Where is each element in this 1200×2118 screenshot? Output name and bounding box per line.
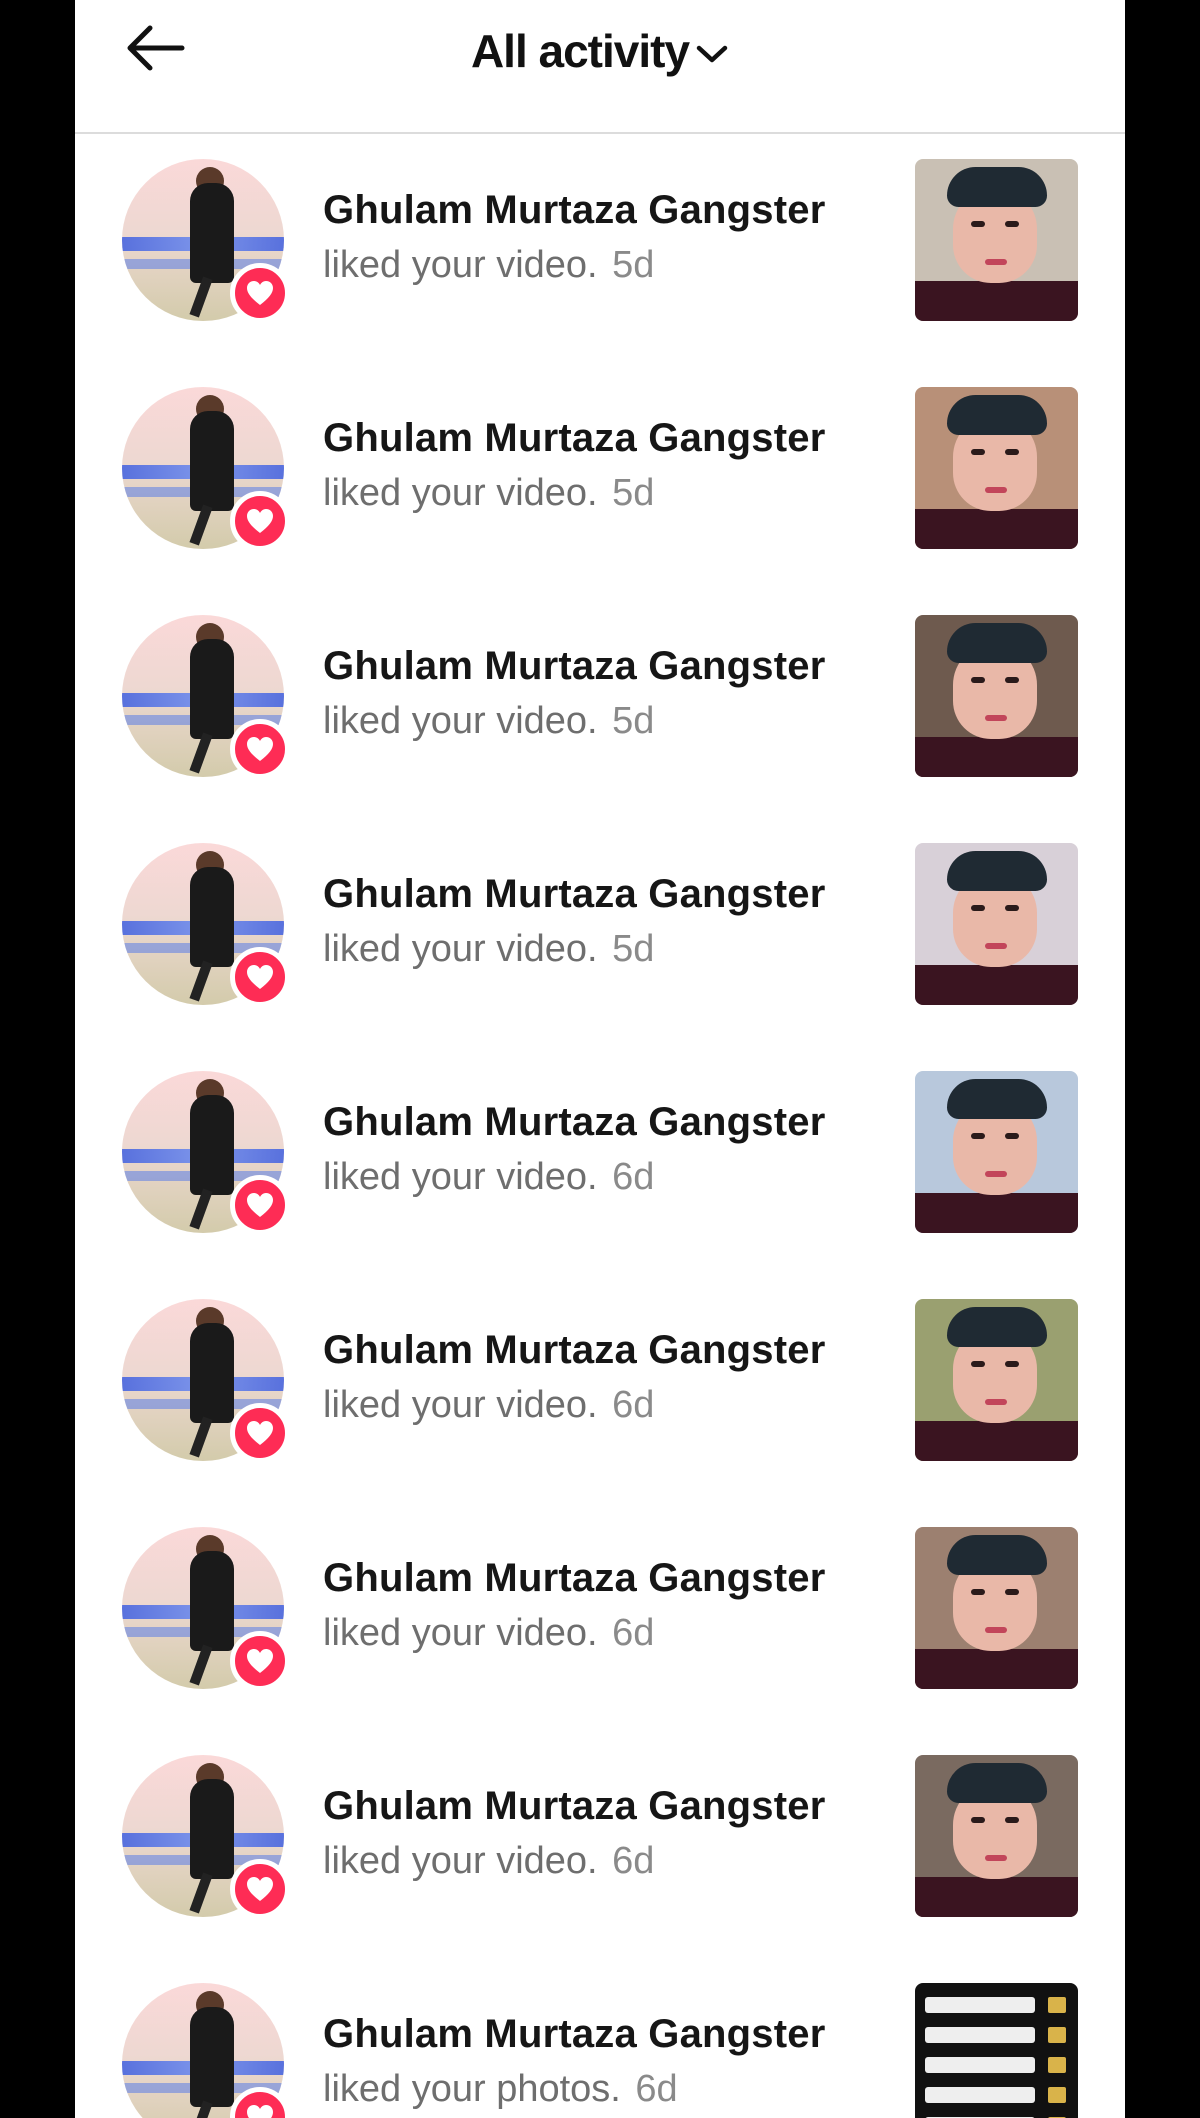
heart-icon <box>247 965 273 989</box>
action-text: liked your video. <box>323 1840 598 1882</box>
heart-icon <box>247 1421 273 1445</box>
heart-icon <box>247 1193 273 1217</box>
username[interactable]: Ghulam Murtaza Gangster <box>323 1782 883 1830</box>
notification-action: liked your video. 5d <box>323 244 883 288</box>
notification-row[interactable]: Ghulam Murtaza Gangster liked your video… <box>75 364 1125 592</box>
chevron-down-icon <box>695 37 729 65</box>
username[interactable]: Ghulam Murtaza Gangster <box>323 414 883 462</box>
action-text: liked your video. <box>323 928 598 970</box>
notification-row[interactable]: Ghulam Murtaza Gangster liked your video… <box>75 1732 1125 1960</box>
notification-row[interactable]: Ghulam Murtaza Gangster liked your video… <box>75 1048 1125 1276</box>
username[interactable]: Ghulam Murtaza Gangster <box>323 1554 883 1602</box>
notification-action: liked your video. 6d <box>323 1840 883 1884</box>
notification-row[interactable]: Ghulam Murtaza Gangster liked your video… <box>75 820 1125 1048</box>
notification-action: liked your video. 6d <box>323 1612 883 1656</box>
heart-icon <box>247 509 273 533</box>
username[interactable]: Ghulam Murtaza Gangster <box>323 870 883 918</box>
action-text: liked your video. <box>323 1612 598 1654</box>
page-title: All activity <box>470 25 690 77</box>
notification-action: liked your video. 6d <box>323 1156 883 1200</box>
timestamp: 6d <box>612 1840 655 1882</box>
notification-text: Ghulam Murtaza Gangster liked your video… <box>323 1326 883 1428</box>
heart-icon <box>247 281 273 305</box>
action-text: liked your video. <box>323 700 598 742</box>
header-bar: All activity <box>75 0 1125 134</box>
notification-text: Ghulam Murtaza Gangster liked your video… <box>323 414 883 516</box>
action-text: liked your video. <box>323 472 598 514</box>
notification-list: Ghulam Murtaza Gangster liked your video… <box>75 136 1125 2118</box>
activity-screen: All activity Ghulam Murtaza Gangster lik… <box>75 0 1125 2118</box>
post-thumbnail[interactable] <box>915 1299 1078 1461</box>
heart-badge <box>230 1859 290 1919</box>
username[interactable]: Ghulam Murtaza Gangster <box>323 1098 883 1146</box>
heart-icon <box>247 2105 273 2118</box>
notification-text: Ghulam Murtaza Gangster liked your video… <box>323 1098 883 1200</box>
timestamp: 5d <box>612 928 655 970</box>
heart-icon <box>247 737 273 761</box>
post-thumbnail[interactable] <box>915 1071 1078 1233</box>
post-thumbnail[interactable] <box>915 387 1078 549</box>
notification-row[interactable]: Ghulam Murtaza Gangster liked your video… <box>75 1504 1125 1732</box>
notification-row[interactable]: Ghulam Murtaza Gangster liked your video… <box>75 1276 1125 1504</box>
notification-action: liked your video. 5d <box>323 700 883 744</box>
post-thumbnail[interactable] <box>915 1527 1078 1689</box>
notification-action: liked your photos. 6d <box>323 2068 883 2112</box>
heart-icon <box>247 1649 273 1673</box>
timestamp: 6d <box>635 2068 678 2110</box>
notification-text: Ghulam Murtaza Gangster liked your photo… <box>323 2010 883 2112</box>
notification-text: Ghulam Murtaza Gangster liked your video… <box>323 1782 883 1884</box>
timestamp: 6d <box>612 1384 655 1426</box>
username[interactable]: Ghulam Murtaza Gangster <box>323 642 883 690</box>
heart-badge <box>230 263 290 323</box>
username[interactable]: Ghulam Murtaza Gangster <box>323 1326 883 1374</box>
post-thumbnail[interactable] <box>915 1983 1078 2118</box>
post-thumbnail[interactable] <box>915 843 1078 1005</box>
notification-action: liked your video. 6d <box>323 1384 883 1428</box>
heart-badge <box>230 491 290 551</box>
action-text: liked your video. <box>323 244 598 286</box>
activity-filter-dropdown[interactable]: All activity <box>75 20 1125 82</box>
action-text: liked your video. <box>323 1384 598 1426</box>
post-thumbnail[interactable] <box>915 1755 1078 1917</box>
timestamp: 5d <box>612 244 655 286</box>
notification-text: Ghulam Murtaza Gangster liked your video… <box>323 642 883 744</box>
notification-action: liked your video. 5d <box>323 472 883 516</box>
heart-icon <box>247 1877 273 1901</box>
timestamp: 6d <box>612 1156 655 1198</box>
notification-text: Ghulam Murtaza Gangster liked your video… <box>323 870 883 972</box>
heart-badge <box>230 1631 290 1691</box>
action-text: liked your video. <box>323 1156 598 1198</box>
notification-action: liked your video. 5d <box>323 928 883 972</box>
timestamp: 5d <box>612 472 655 514</box>
timestamp: 5d <box>612 700 655 742</box>
notification-text: Ghulam Murtaza Gangster liked your video… <box>323 186 883 288</box>
username[interactable]: Ghulam Murtaza Gangster <box>323 186 883 234</box>
timestamp: 6d <box>612 1612 655 1654</box>
heart-badge <box>230 1175 290 1235</box>
username[interactable]: Ghulam Murtaza Gangster <box>323 2010 883 2058</box>
post-thumbnail[interactable] <box>915 615 1078 777</box>
heart-badge <box>230 719 290 779</box>
notification-row[interactable]: Ghulam Murtaza Gangster liked your video… <box>75 592 1125 820</box>
action-text: liked your photos. <box>323 2068 621 2110</box>
post-thumbnail[interactable] <box>915 159 1078 321</box>
notification-row[interactable]: Ghulam Murtaza Gangster liked your photo… <box>75 1960 1125 2118</box>
heart-badge <box>230 947 290 1007</box>
notification-text: Ghulam Murtaza Gangster liked your video… <box>323 1554 883 1656</box>
notification-row[interactable]: Ghulam Murtaza Gangster liked your video… <box>75 136 1125 364</box>
heart-badge <box>230 1403 290 1463</box>
